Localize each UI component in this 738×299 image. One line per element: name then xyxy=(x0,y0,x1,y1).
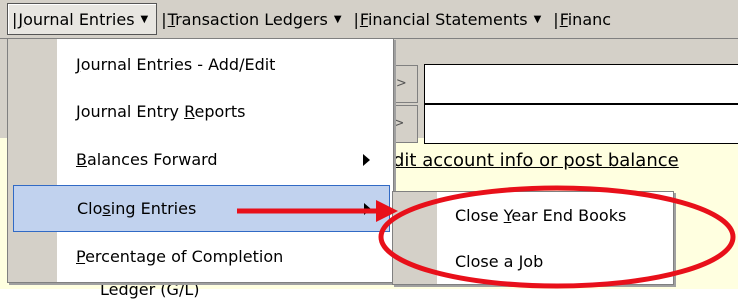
caret-down-icon: ▼ xyxy=(333,13,342,25)
menubar: | Journal Entries ▼ | Transaction Ledger… xyxy=(0,0,738,39)
menu-item-label: Journal Entry Reports xyxy=(76,102,246,121)
menu-journal-entries[interactable]: | Journal Entries ▼ xyxy=(7,3,158,35)
menu-item-label: Journal Entries - Add/Edit xyxy=(76,55,276,74)
menu-financial-truncated[interactable]: | Financ xyxy=(549,4,619,34)
menu-label: Financ xyxy=(559,9,612,29)
menu-item-label: Close Year End Books xyxy=(455,205,627,225)
submenu-arrow-icon xyxy=(363,153,370,166)
menu-item-label: Balances Forward xyxy=(76,150,218,169)
menu-separator: | xyxy=(553,9,559,29)
closing-entries-submenu: Close Year End Books Close a Job xyxy=(392,191,674,285)
hint-text: dit account info or post balance xyxy=(393,150,679,171)
menu-label: Transaction Ledgers xyxy=(167,9,328,29)
menu-item-balances-forward[interactable]: Balances Forward xyxy=(8,136,393,183)
menu-separator: | xyxy=(353,9,359,29)
text-field-1[interactable] xyxy=(424,64,738,104)
menu-separator: | xyxy=(161,9,167,29)
menu-item-close-year-end-books[interactable]: Close Year End Books xyxy=(393,192,673,238)
menu-financial-statements[interactable]: | Financial Statements ▼ xyxy=(350,4,550,34)
menu-separator: | xyxy=(12,9,18,29)
caret-down-icon: ▼ xyxy=(140,13,149,25)
menu-item-percentage-of-completion[interactable]: Percentage of Completion xyxy=(8,233,393,280)
caret-down-icon: ▼ xyxy=(533,13,542,25)
menu-item-label: Close a Job xyxy=(455,251,544,271)
journal-entries-dropdown: Journal Entries - Add/Edit Journal Entry… xyxy=(7,38,394,283)
menu-item-label: Closing Entries xyxy=(77,199,197,218)
menu-transaction-ledgers[interactable]: | Transaction Ledgers ▼ xyxy=(157,4,349,34)
menu-item-label: Percentage of Completion xyxy=(76,247,284,266)
menu-label: Financial Statements xyxy=(359,9,528,29)
menu-item-journal-entry-reports[interactable]: Journal Entry Reports xyxy=(8,88,393,135)
menu-item-closing-entries[interactable]: Closing Entries xyxy=(13,185,390,232)
text-field-2[interactable] xyxy=(424,104,738,144)
submenu-arrow-icon xyxy=(364,202,371,215)
menu-item-close-a-job[interactable]: Close a Job xyxy=(393,238,673,284)
menu-label: Journal Entries xyxy=(18,9,135,29)
menu-item-journal-entries-add-edit[interactable]: Journal Entries - Add/Edit xyxy=(8,41,393,88)
